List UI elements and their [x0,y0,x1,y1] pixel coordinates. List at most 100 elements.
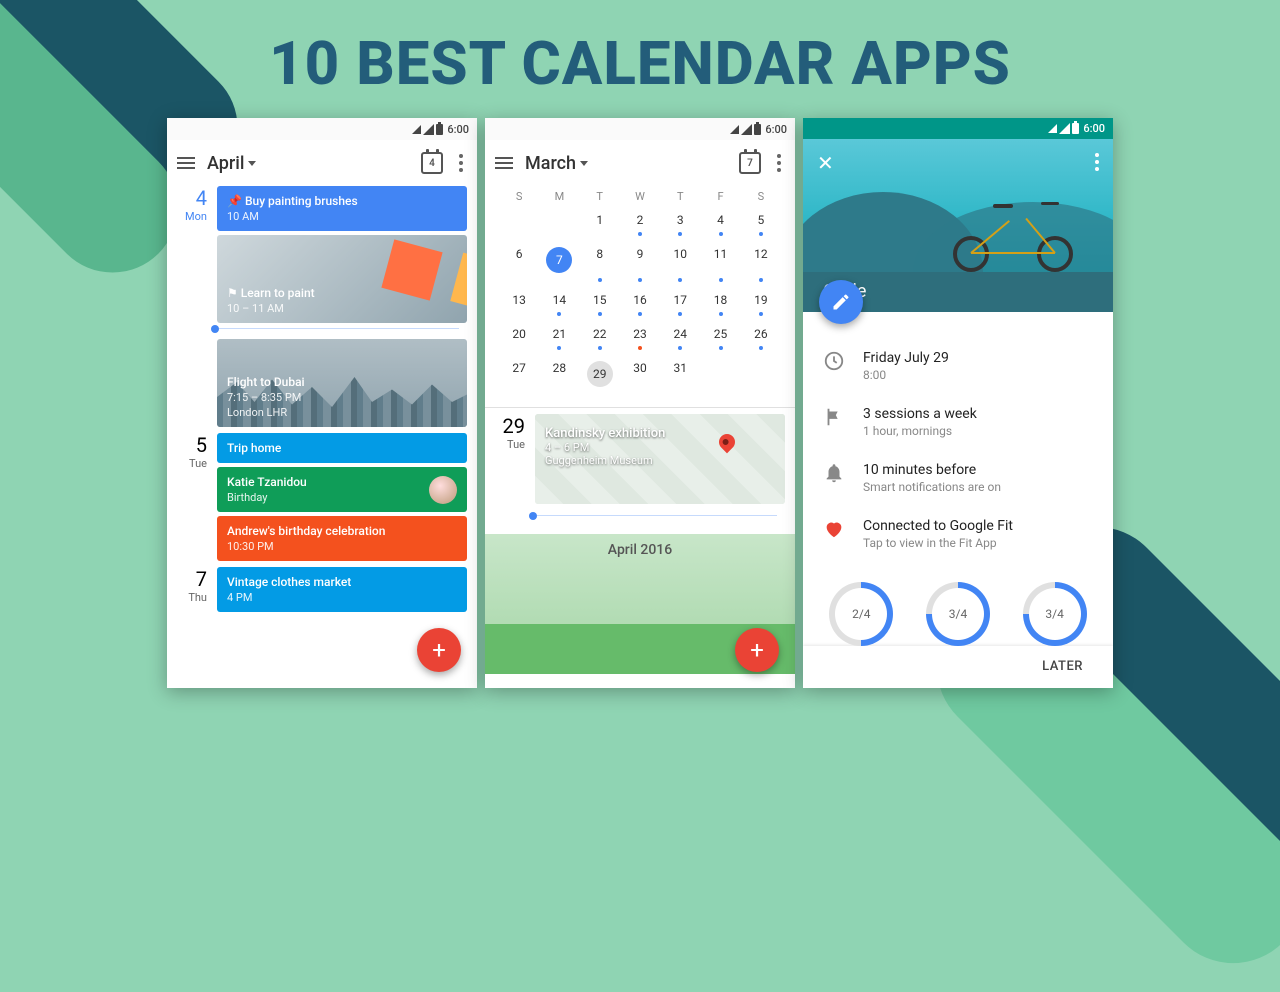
event-market[interactable]: Vintage clothes market4 PM [217,567,467,612]
calendar-day[interactable]: 11 [700,241,740,287]
status-bar: 6:00 [803,118,1113,139]
event-exhibition[interactable]: Kandinsky exhibition4 – 6 PMGuggenheim M… [535,414,785,504]
app-bar: March 7 [485,140,795,186]
calendar-day[interactable]: 31 [660,355,700,401]
flag-icon [823,406,845,428]
event-celebration[interactable]: Andrew's birthday celebration10:30 PM [217,516,467,561]
status-time: 6:00 [765,123,787,136]
bell-icon [823,462,845,484]
calendar-day[interactable]: 14 [539,287,579,321]
calendar-day[interactable] [741,355,781,401]
calendar-day[interactable]: 4 [700,207,740,241]
month-selector[interactable]: March [525,153,588,174]
today-icon[interactable]: 7 [739,152,761,174]
later-button[interactable]: LATER [803,646,1113,688]
progress-rings: 2/4 3/4 3/4 [803,572,1113,646]
hamburger-menu-icon[interactable] [177,157,195,169]
calendar-day[interactable]: 30 [620,355,660,401]
detail-google-fit[interactable]: Connected to Google FitTap to view in th… [821,506,1095,562]
app-bar: April 4 [167,140,477,186]
day-header: 4Mon [173,186,209,427]
month-selector[interactable]: April [207,153,256,174]
calendar-day[interactable]: 13 [499,287,539,321]
day-header: 5Tue [173,433,209,561]
calendar-day[interactable] [700,355,740,401]
calendar-day[interactable]: 10 [660,241,700,287]
divider [485,407,795,408]
calendar-day[interactable]: 1 [580,207,620,241]
overflow-menu-icon[interactable] [1091,153,1103,171]
calendar-day[interactable]: 25 [700,321,740,355]
detail-datetime[interactable]: Friday July 298:00 [821,338,1095,394]
event-birthday[interactable]: Katie TzanidouBirthday [217,467,467,512]
battery-icon [436,124,443,135]
cell-signal-icon [741,124,752,135]
status-bar: 6:00 [167,118,477,140]
battery-icon [754,124,761,135]
status-time: 6:00 [1083,122,1105,135]
clock-icon [823,350,845,372]
calendar-day[interactable] [539,207,579,241]
heart-icon [823,518,845,540]
calendar-day[interactable]: 22 [580,321,620,355]
cell-signal-icon [423,124,434,135]
cell-signal-icon [1059,123,1070,134]
detail-frequency[interactable]: 3 sessions a week1 hour, mornings [821,394,1095,450]
calendar-day[interactable]: 17 [660,287,700,321]
today-icon[interactable]: 4 [421,152,443,174]
avatar [429,476,457,504]
calendar-day[interactable]: 27 [499,355,539,401]
chevron-down-icon [248,161,256,166]
detail-reminder[interactable]: 10 minutes beforeSmart notifications are… [821,450,1095,506]
calendar-day[interactable]: 29 [580,355,620,401]
calendar-day[interactable]: 19 [741,287,781,321]
phone-schedule-view: 6:00 April 4 4Mon 📌 Buy painting brushes… [167,118,477,688]
event-buy-brushes[interactable]: 📌 Buy painting brushes 10 AM [217,186,467,231]
calendar-day[interactable]: 7 [539,241,579,287]
battery-icon [1072,123,1079,134]
now-indicator [211,325,219,333]
weekday-header: SMTWTFS [485,186,795,207]
day-header: 7Thu [173,567,209,612]
page-title: 10 BEST CALENDAR APPS [269,28,1011,99]
calendar-day[interactable]: 5 [741,207,781,241]
progress-ring: 2/4 [829,582,893,646]
calendar-day[interactable]: 18 [700,287,740,321]
calendar-day[interactable]: 2 [620,207,660,241]
wifi-icon [730,125,739,134]
calendar-day[interactable]: 21 [539,321,579,355]
map-pin-icon [716,431,739,454]
event-trip-home[interactable]: Trip home [217,433,467,463]
overflow-menu-icon[interactable] [455,154,467,172]
calendar-day[interactable] [499,207,539,241]
calendar-day[interactable]: 28 [539,355,579,401]
fab-add-event[interactable]: + [417,628,461,672]
event-learn-paint[interactable]: ⚑ Learn to paint10 – 11 AM [217,235,467,323]
hamburger-menu-icon[interactable] [495,157,513,169]
month-grid[interactable]: 1234567891011121314151617181920212223242… [485,207,795,401]
progress-ring: 3/4 [926,582,990,646]
phone-goal-detail: 6:00 ✕ Cycle Friday July 298:00 3 sessio… [803,118,1113,688]
close-icon[interactable]: ✕ [817,153,834,173]
calendar-day[interactable]: 26 [741,321,781,355]
event-flight-dubai[interactable]: Flight to Dubai7:15 – 8:35 PMLondon LHR [217,339,467,427]
calendar-day[interactable]: 20 [499,321,539,355]
calendar-day[interactable]: 6 [499,241,539,287]
calendar-day[interactable]: 9 [620,241,660,287]
day-header: 29Tue [491,414,527,520]
wifi-icon [412,125,421,134]
calendar-day[interactable]: 15 [580,287,620,321]
calendar-day[interactable]: 3 [660,207,700,241]
fab-add-event[interactable]: + [735,628,779,672]
status-bar: 6:00 [485,118,795,140]
wifi-icon [1048,124,1057,133]
fab-edit[interactable] [819,280,863,324]
calendar-day[interactable]: 24 [660,321,700,355]
phone-month-view: 6:00 March 7 SMTWTFS 1234567891011121314… [485,118,795,688]
status-time: 6:00 [447,123,469,136]
calendar-day[interactable]: 12 [741,241,781,287]
calendar-day[interactable]: 23 [620,321,660,355]
calendar-day[interactable]: 16 [620,287,660,321]
calendar-day[interactable]: 8 [580,241,620,287]
overflow-menu-icon[interactable] [773,154,785,172]
